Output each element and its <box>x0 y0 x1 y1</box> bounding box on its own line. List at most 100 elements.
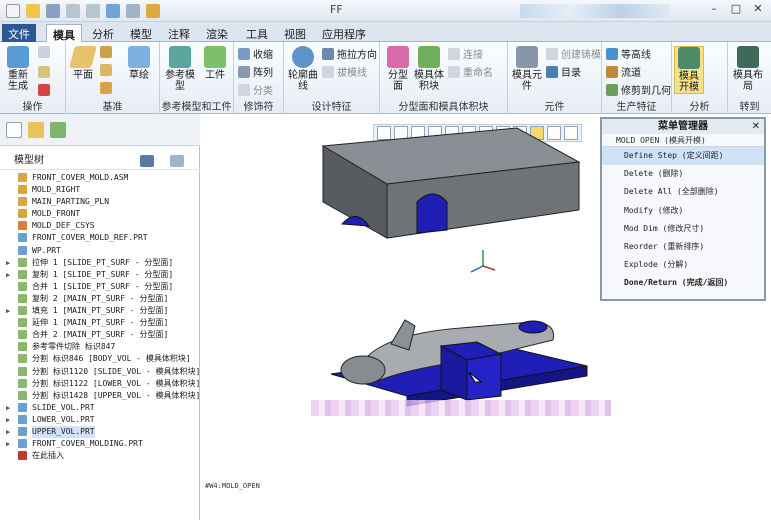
trim-to-geometry-button[interactable]: 修剪到几何 <box>606 82 671 97</box>
tree-node[interactable]: MOLD_RIGHT <box>0 184 200 196</box>
create-casting-button[interactable]: 创建铸模 <box>546 46 601 61</box>
undo-icon[interactable] <box>66 4 80 18</box>
open-icon[interactable] <box>26 4 40 18</box>
workpiece-button[interactable]: 工件 <box>200 46 230 81</box>
tab-analysis[interactable]: 分析 <box>86 24 120 42</box>
expand-arrow-icon[interactable]: ▶ <box>6 414 10 426</box>
maximize-icon[interactable]: □ <box>729 2 743 16</box>
new-icon[interactable] <box>6 4 20 18</box>
menu-item-define-step[interactable]: Define Step (定义间距) <box>602 147 764 166</box>
tree-node[interactable]: ▶ 复制 1 [SLIDE_PT_SURF - 分型面] <box>0 269 200 281</box>
tree-node[interactable]: 分割 标识846 [BODY_VOL - 模具体积块] <box>0 353 200 365</box>
close-icon[interactable]: ✕ <box>752 119 760 134</box>
tree-node[interactable]: 在此插入 <box>0 450 200 462</box>
classify-button[interactable]: 分类 <box>238 82 273 97</box>
tab-tools[interactable]: 工具 <box>240 24 274 42</box>
tree-node[interactable]: 合并 2 [MAIN_PT_SURF - 分型面] <box>0 329 200 341</box>
expand-arrow-icon[interactable]: ▶ <box>6 257 10 269</box>
folder-browser-icon[interactable] <box>28 122 44 138</box>
menu-item-mod-dim[interactable]: Mod Dim (修改尺寸) <box>602 220 764 238</box>
redo-icon[interactable] <box>86 4 100 18</box>
menu-item-explode[interactable]: Explode (分解) <box>602 256 764 274</box>
sketch-button[interactable]: 草绘 <box>124 46 154 81</box>
close-icon[interactable]: ✕ <box>751 2 765 16</box>
tab-view[interactable]: 视图 <box>278 24 312 42</box>
tree-node-label: 在此插入 <box>32 451 64 461</box>
silhouette-curve-button[interactable]: 轮廓曲线 <box>288 46 318 92</box>
tree-node[interactable]: 延伸 1 [MAIN_PT_SURF - 分型面] <box>0 317 200 329</box>
menu-item-delete[interactable]: Delete (删除) <box>602 165 764 183</box>
mold-layout-button[interactable]: 模具布局 <box>732 46 764 92</box>
tree-node[interactable]: 复制 2 [MAIN_PT_SURF - 分型面] <box>0 293 200 305</box>
delete-button[interactable] <box>38 84 50 96</box>
tab-render[interactable]: 渲染 <box>200 24 234 42</box>
draft-line-button[interactable]: 拔模线 <box>322 64 367 79</box>
mold-volume-button[interactable]: 模具体积块 <box>414 46 444 92</box>
draw-direction-button[interactable]: 拖拉方向 <box>322 46 377 61</box>
copy-button[interactable] <box>38 46 50 58</box>
regenerate-button[interactable]: 重新生成 <box>4 46 32 92</box>
tree-node[interactable]: 分割 标识1122 [LOWER_VOL - 模具体积块] <box>0 378 200 390</box>
tree-node[interactable]: MAIN_PARTING_PLN <box>0 196 200 208</box>
expand-arrow-icon[interactable]: ▶ <box>6 402 10 414</box>
catalog-icon <box>546 65 558 78</box>
expand-arrow-icon[interactable]: ▶ <box>6 438 10 450</box>
catalog-button[interactable]: 目录 <box>546 64 581 79</box>
expand-arrow-icon[interactable]: ▶ <box>6 305 10 317</box>
tree-node[interactable]: 合并 1 [SLIDE_PT_SURF - 分型面] <box>0 281 200 293</box>
shrink-button[interactable]: 收缩 <box>238 46 273 61</box>
tree-node[interactable]: ▶ UPPER_VOL.PRT <box>0 425 200 438</box>
axis-button[interactable] <box>100 46 112 58</box>
tree-node[interactable]: ▶ 拉伸 1 [SLIDE_PT_SURF - 分型面] <box>0 257 200 269</box>
close-window-icon[interactable] <box>146 4 160 18</box>
save-icon[interactable] <box>46 4 60 18</box>
regenerate-icon[interactable] <box>106 4 120 18</box>
tree-node[interactable]: ▶ SLIDE_VOL.PRT <box>0 402 200 414</box>
point-button[interactable] <box>100 64 112 76</box>
menu-item-delete-all[interactable]: Delete All (全部删除) <box>602 183 764 201</box>
csys-button[interactable] <box>100 82 112 94</box>
tree-node[interactable]: MOLD_FRONT <box>0 208 200 220</box>
tab-mold[interactable]: 模具 <box>46 24 82 42</box>
connect-button[interactable]: 连接 <box>448 46 483 61</box>
tree-node[interactable]: ▶ LOWER_VOL.PRT <box>0 414 200 426</box>
copy-icon <box>38 46 50 58</box>
minimize-icon[interactable]: – <box>707 2 721 16</box>
mold-component-button[interactable]: 模具元件 <box>512 46 542 92</box>
tree-node[interactable]: FRONT_COVER_MOLD_REF.PRT <box>0 232 200 244</box>
tree-node[interactable]: FRONT_COVER_MOLD.ASM <box>0 172 200 184</box>
expand-arrow-icon[interactable]: ▶ <box>6 269 10 281</box>
expand-arrow-icon[interactable]: ▶ <box>6 426 10 438</box>
tree-show-icon[interactable] <box>170 155 184 167</box>
menu-item-modify[interactable]: Modify (修改) <box>602 202 764 220</box>
plane-button[interactable]: 平面 <box>69 46 97 81</box>
tree-node[interactable]: MOLD_DEF_CSYS <box>0 220 200 232</box>
tree-settings-icon[interactable] <box>140 155 154 167</box>
tree-node[interactable]: WP.PRT <box>0 245 200 257</box>
model-tree-tab-icon[interactable] <box>6 122 22 138</box>
window-icon[interactable] <box>126 4 140 18</box>
parting-surface-button[interactable]: 分型面 <box>384 46 412 92</box>
model-tree-title: 模型树 <box>14 155 44 166</box>
tab-applications[interactable]: 应用程序 <box>316 24 372 42</box>
tree-node[interactable]: ▶ FRONT_COVER_MOLDING.PRT <box>0 438 200 450</box>
paste-button[interactable] <box>38 66 50 78</box>
group-label-production: 生产特征 <box>616 102 657 113</box>
contour-button[interactable]: 等高线 <box>606 46 651 61</box>
tree-node[interactable]: ▶ 填充 1 [MAIN_PT_SURF - 分型面] <box>0 305 200 317</box>
runner-button[interactable]: 流道 <box>606 64 641 79</box>
favorites-icon[interactable] <box>50 122 66 138</box>
tab-model[interactable]: 模型 <box>124 24 158 42</box>
pattern-button[interactable]: 阵列 <box>238 64 273 79</box>
tree-node[interactable]: 分割 标识1428 [UPPER_VOL - 模具体积块] <box>0 390 200 402</box>
paste-icon <box>38 66 50 78</box>
menu-item-reorder[interactable]: Reorder (重新排序) <box>602 238 764 256</box>
ref-model-button[interactable]: 参考模型 <box>164 46 196 92</box>
tree-node[interactable]: 分割 标识1120 [SLIDE_VOL - 模具体积块] <box>0 366 200 378</box>
tab-annotate[interactable]: 注释 <box>162 24 196 42</box>
tree-node[interactable]: 参考零件切除 标识847 <box>0 341 200 353</box>
rename-button[interactable]: 重命名 <box>448 64 493 79</box>
mold-open-button[interactable]: 模具开模 <box>674 46 704 94</box>
tab-file[interactable]: 文件 <box>2 24 36 42</box>
menu-item-done-return[interactable]: Done/Return (完成/返回) <box>602 274 764 292</box>
